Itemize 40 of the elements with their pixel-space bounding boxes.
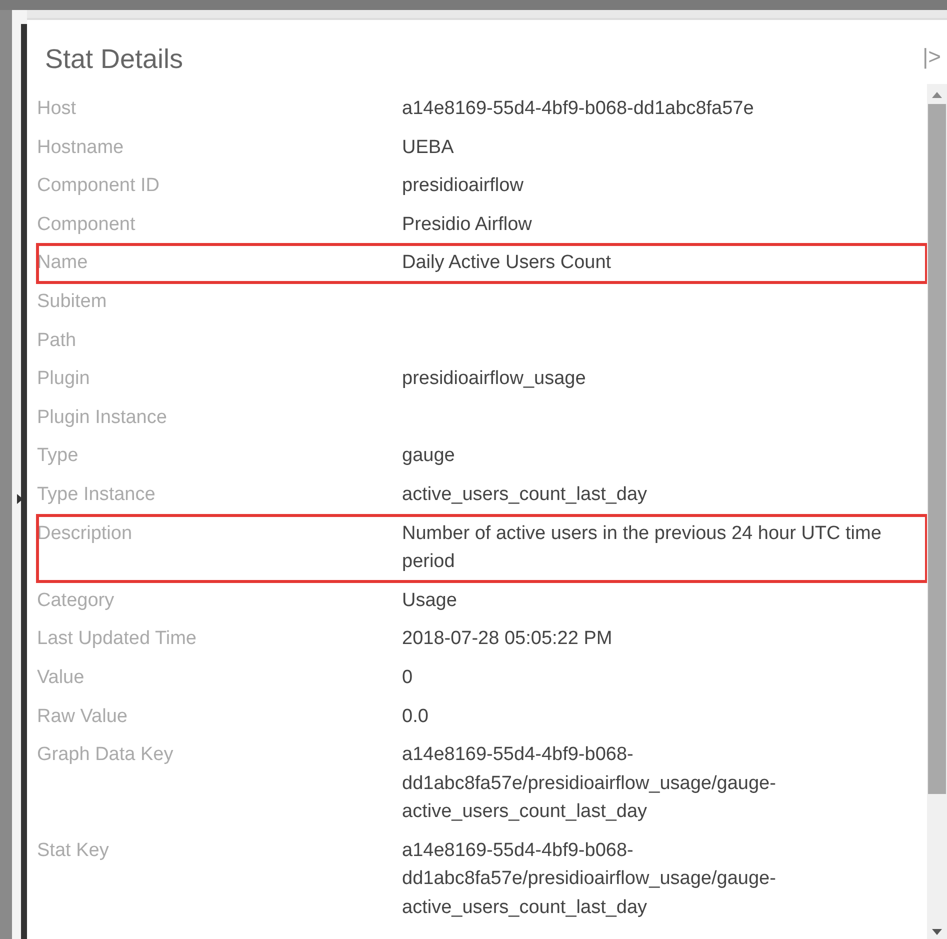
collapse-button[interactable]: |> bbox=[916, 44, 947, 70]
field-value: Number of active users in the previous 24 hour UTC time period bbox=[402, 522, 882, 574]
field-value: a14e8169-55d4-4bf9-b068-dd1abc8fa57e bbox=[402, 97, 755, 121]
field-label: Type bbox=[37, 444, 80, 468]
field-label: Plugin bbox=[37, 367, 91, 392]
field-label: Component ID bbox=[37, 174, 161, 198]
field-value: presidioairflow bbox=[402, 174, 524, 198]
field-label: Path bbox=[37, 328, 78, 353]
field-label: Raw Value bbox=[37, 704, 128, 728]
field-label: Host bbox=[37, 97, 78, 121]
field-label: Hostname bbox=[37, 136, 125, 160]
field-label: Category bbox=[37, 588, 116, 613]
field-label: Graph Data Key bbox=[37, 743, 174, 768]
scrollbar[interactable] bbox=[927, 84, 947, 939]
field-label: Last Updated Time bbox=[37, 627, 198, 652]
field-value: 0 bbox=[402, 666, 414, 690]
field-label: Plugin Instance bbox=[37, 406, 168, 430]
field-value: a14e8169-55d4-4bf9-b068-dd1abc8fa57e/presidioairflow_usage/gauge-active_users_count_last_day bbox=[402, 838, 777, 920]
field-value: gauge bbox=[402, 444, 456, 468]
expand-handle-icon[interactable] bbox=[17, 494, 23, 504]
field-label: Subitem bbox=[37, 290, 108, 314]
field-value: Daily Active Users Count bbox=[402, 251, 612, 276]
field-label: Type Instance bbox=[37, 482, 156, 507]
field-value: active_users_count_last_day bbox=[402, 482, 648, 507]
field-value: a14e8169-55d4-4bf9-b068-dd1abc8fa57e/presidioairflow_usage/gauge-active_users_count_last_day bbox=[402, 743, 777, 824]
scrollbar-thumb[interactable] bbox=[928, 104, 946, 794]
field-value: 0.0 bbox=[402, 704, 430, 728]
scroll-up-icon[interactable] bbox=[932, 92, 942, 98]
panel-title: Stat Details bbox=[45, 44, 184, 74]
field-label: Component bbox=[37, 212, 136, 237]
field-value: Usage bbox=[402, 588, 458, 613]
field-label: Name bbox=[37, 251, 89, 276]
field-value: Presidio Airflow bbox=[402, 212, 533, 237]
field-value: UEBA bbox=[402, 136, 455, 160]
scroll-down-icon[interactable] bbox=[932, 929, 942, 935]
field-label: Value bbox=[37, 666, 86, 690]
field-label: Description bbox=[37, 522, 134, 546]
field-value: 2018-07-28 05:05:22 PM bbox=[402, 627, 614, 652]
field-value: presidioairflow_usage bbox=[402, 367, 587, 392]
field-label: Stat Key bbox=[37, 838, 110, 863]
